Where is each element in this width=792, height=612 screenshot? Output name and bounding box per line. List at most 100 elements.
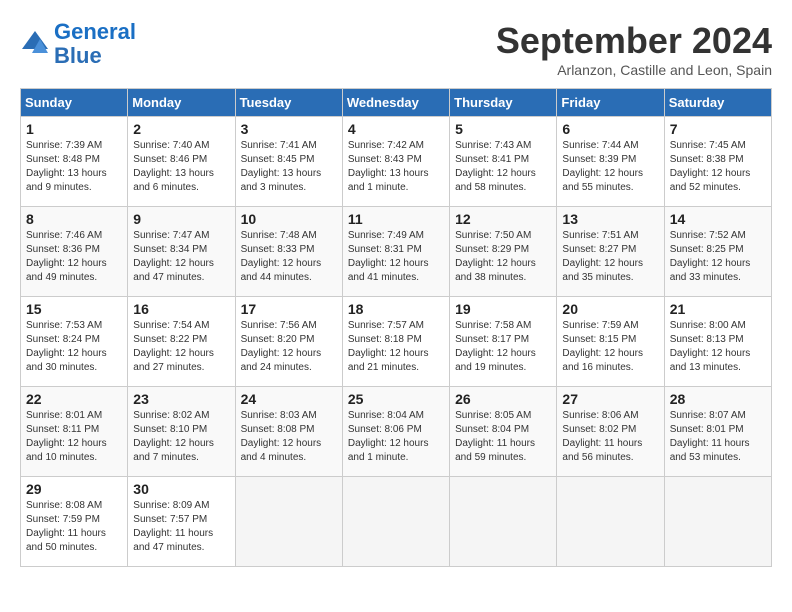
calendar-day-cell: 20Sunrise: 7:59 AM Sunset: 8:15 PM Dayli… xyxy=(557,297,664,387)
calendar-day-cell xyxy=(342,477,449,567)
day-info: Sunrise: 8:08 AM Sunset: 7:59 PM Dayligh… xyxy=(26,499,122,555)
day-number: 27 xyxy=(562,391,658,407)
day-number: 25 xyxy=(348,391,444,407)
calendar-day-cell: 9 Sunrise: 7:47 AM Sunset: 8:34 PM Daylig… xyxy=(128,207,235,297)
weekday-header: Sunday xyxy=(21,89,128,117)
day-info: Sunrise: 7:49 AM Sunset: 8:31 PM Dayligh… xyxy=(348,229,444,285)
title-block: September 2024 Arlanzon, Castille and Le… xyxy=(496,20,772,78)
weekday-header: Tuesday xyxy=(235,89,342,117)
calendar-week-row: 29 Sunrise: 8:08 AM Sunset: 7:59 PM Dayli… xyxy=(21,477,772,567)
location: Arlanzon, Castille and Leon, Spain xyxy=(496,62,772,78)
calendar-day-cell: 5 Sunrise: 7:43 AM Sunset: 8:41 PM Daylig… xyxy=(450,117,557,207)
calendar-day-cell: 13 Sunrise: 7:51 AM Sunset: 8:27 PM Dayli… xyxy=(557,207,664,297)
logo-icon xyxy=(20,29,50,59)
day-info: Sunrise: 7:41 AM Sunset: 8:45 PM Dayligh… xyxy=(241,139,337,195)
day-number: 3 xyxy=(241,121,337,137)
day-info: Sunrise: 7:45 AM Sunset: 8:38 PM Dayligh… xyxy=(670,139,766,195)
day-number: 2 xyxy=(133,121,229,137)
day-number: 21 xyxy=(670,301,766,317)
day-info: Sunrise: 7:58 AM Sunset: 8:17 PM Dayligh… xyxy=(455,319,551,375)
day-number: 1 xyxy=(26,121,122,137)
calendar-day-cell: 21 Sunrise: 8:00 AM Sunset: 8:13 PM Dayli… xyxy=(664,297,771,387)
day-number: 16 xyxy=(133,301,229,317)
day-number: 15 xyxy=(26,301,122,317)
calendar-day-cell: 2Sunrise: 7:40 AM Sunset: 8:46 PM Daylig… xyxy=(128,117,235,207)
day-number: 5 xyxy=(455,121,551,137)
calendar-day-cell xyxy=(450,477,557,567)
day-info: Sunrise: 8:01 AM Sunset: 8:11 PM Dayligh… xyxy=(26,409,122,465)
calendar-day-cell: 7Sunrise: 7:45 AM Sunset: 8:38 PM Daylig… xyxy=(664,117,771,207)
day-number: 24 xyxy=(241,391,337,407)
calendar-day-cell xyxy=(235,477,342,567)
day-number: 14 xyxy=(670,211,766,227)
weekday-header: Saturday xyxy=(664,89,771,117)
calendar-day-cell: 15 Sunrise: 7:53 AM Sunset: 8:24 PM Dayli… xyxy=(21,297,128,387)
day-info: Sunrise: 7:54 AM Sunset: 8:22 PM Dayligh… xyxy=(133,319,229,375)
calendar-week-row: 1 Sunrise: 7:39 AM Sunset: 8:48 PM Daylig… xyxy=(21,117,772,207)
day-number: 8 xyxy=(26,211,122,227)
day-info: Sunrise: 8:05 AM Sunset: 8:04 PM Dayligh… xyxy=(455,409,551,465)
day-number: 22 xyxy=(26,391,122,407)
calendar-day-cell: 8Sunrise: 7:46 AM Sunset: 8:36 PM Daylig… xyxy=(21,207,128,297)
calendar-day-cell: 28 Sunrise: 8:07 AM Sunset: 8:01 PM Dayli… xyxy=(664,387,771,477)
day-number: 28 xyxy=(670,391,766,407)
calendar-day-cell xyxy=(664,477,771,567)
calendar-day-cell: 11 Sunrise: 7:49 AM Sunset: 8:31 PM Dayli… xyxy=(342,207,449,297)
day-info: Sunrise: 7:44 AM Sunset: 8:39 PM Dayligh… xyxy=(562,139,658,195)
day-number: 11 xyxy=(348,211,444,227)
calendar-day-cell: 18Sunrise: 7:57 AM Sunset: 8:18 PM Dayli… xyxy=(342,297,449,387)
calendar-day-cell: 6Sunrise: 7:44 AM Sunset: 8:39 PM Daylig… xyxy=(557,117,664,207)
day-info: Sunrise: 8:00 AM Sunset: 8:13 PM Dayligh… xyxy=(670,319,766,375)
day-info: Sunrise: 8:02 AM Sunset: 8:10 PM Dayligh… xyxy=(133,409,229,465)
day-number: 30 xyxy=(133,481,229,497)
day-info: Sunrise: 8:06 AM Sunset: 8:02 PM Dayligh… xyxy=(562,409,658,465)
calendar-day-cell: 12Sunrise: 7:50 AM Sunset: 8:29 PM Dayli… xyxy=(450,207,557,297)
day-info: Sunrise: 7:53 AM Sunset: 8:24 PM Dayligh… xyxy=(26,319,122,375)
page-header: General Blue September 2024 Arlanzon, Ca… xyxy=(20,20,772,78)
day-info: Sunrise: 7:43 AM Sunset: 8:41 PM Dayligh… xyxy=(455,139,551,195)
calendar-day-cell: 29 Sunrise: 8:08 AM Sunset: 7:59 PM Dayli… xyxy=(21,477,128,567)
calendar-day-cell: 1 Sunrise: 7:39 AM Sunset: 8:48 PM Daylig… xyxy=(21,117,128,207)
day-info: Sunrise: 7:47 AM Sunset: 8:34 PM Dayligh… xyxy=(133,229,229,285)
calendar-day-cell: 4 Sunrise: 7:42 AM Sunset: 8:43 PM Daylig… xyxy=(342,117,449,207)
logo: General Blue xyxy=(20,20,136,68)
calendar-day-cell: 19 Sunrise: 7:58 AM Sunset: 8:17 PM Dayli… xyxy=(450,297,557,387)
calendar-day-cell: 10 Sunrise: 7:48 AM Sunset: 8:33 PM Dayli… xyxy=(235,207,342,297)
weekday-header: Monday xyxy=(128,89,235,117)
day-number: 9 xyxy=(133,211,229,227)
weekday-header: Wednesday xyxy=(342,89,449,117)
calendar-day-cell: 26 Sunrise: 8:05 AM Sunset: 8:04 PM Dayli… xyxy=(450,387,557,477)
calendar-week-row: 8Sunrise: 7:46 AM Sunset: 8:36 PM Daylig… xyxy=(21,207,772,297)
calendar-day-cell: 17 Sunrise: 7:56 AM Sunset: 8:20 PM Dayli… xyxy=(235,297,342,387)
day-number: 10 xyxy=(241,211,337,227)
calendar-day-cell: 16 Sunrise: 7:54 AM Sunset: 8:22 PM Dayli… xyxy=(128,297,235,387)
day-info: Sunrise: 8:04 AM Sunset: 8:06 PM Dayligh… xyxy=(348,409,444,465)
day-info: Sunrise: 7:39 AM Sunset: 8:48 PM Dayligh… xyxy=(26,139,122,195)
day-info: Sunrise: 7:56 AM Sunset: 8:20 PM Dayligh… xyxy=(241,319,337,375)
day-number: 17 xyxy=(241,301,337,317)
weekday-header: Friday xyxy=(557,89,664,117)
day-number: 4 xyxy=(348,121,444,137)
day-number: 29 xyxy=(26,481,122,497)
month-title: September 2024 xyxy=(496,20,772,62)
weekday-header: Thursday xyxy=(450,89,557,117)
calendar-day-cell xyxy=(557,477,664,567)
day-info: Sunrise: 7:59 AM Sunset: 8:15 PM Dayligh… xyxy=(562,319,658,375)
calendar-day-cell: 27 Sunrise: 8:06 AM Sunset: 8:02 PM Dayli… xyxy=(557,387,664,477)
day-number: 26 xyxy=(455,391,551,407)
day-info: Sunrise: 7:48 AM Sunset: 8:33 PM Dayligh… xyxy=(241,229,337,285)
weekday-header-row: SundayMondayTuesdayWednesdayThursdayFrid… xyxy=(21,89,772,117)
calendar-day-cell: 23Sunrise: 8:02 AM Sunset: 8:10 PM Dayli… xyxy=(128,387,235,477)
calendar-week-row: 22 Sunrise: 8:01 AM Sunset: 8:11 PM Dayli… xyxy=(21,387,772,477)
day-info: Sunrise: 8:03 AM Sunset: 8:08 PM Dayligh… xyxy=(241,409,337,465)
calendar-day-cell: 25 Sunrise: 8:04 AM Sunset: 8:06 PM Dayli… xyxy=(342,387,449,477)
day-info: Sunrise: 7:50 AM Sunset: 8:29 PM Dayligh… xyxy=(455,229,551,285)
day-info: Sunrise: 7:42 AM Sunset: 8:43 PM Dayligh… xyxy=(348,139,444,195)
calendar-week-row: 15 Sunrise: 7:53 AM Sunset: 8:24 PM Dayli… xyxy=(21,297,772,387)
day-number: 18 xyxy=(348,301,444,317)
day-number: 19 xyxy=(455,301,551,317)
calendar-day-cell: 30Sunrise: 8:09 AM Sunset: 7:57 PM Dayli… xyxy=(128,477,235,567)
day-number: 13 xyxy=(562,211,658,227)
day-info: Sunrise: 7:51 AM Sunset: 8:27 PM Dayligh… xyxy=(562,229,658,285)
day-info: Sunrise: 8:07 AM Sunset: 8:01 PM Dayligh… xyxy=(670,409,766,465)
